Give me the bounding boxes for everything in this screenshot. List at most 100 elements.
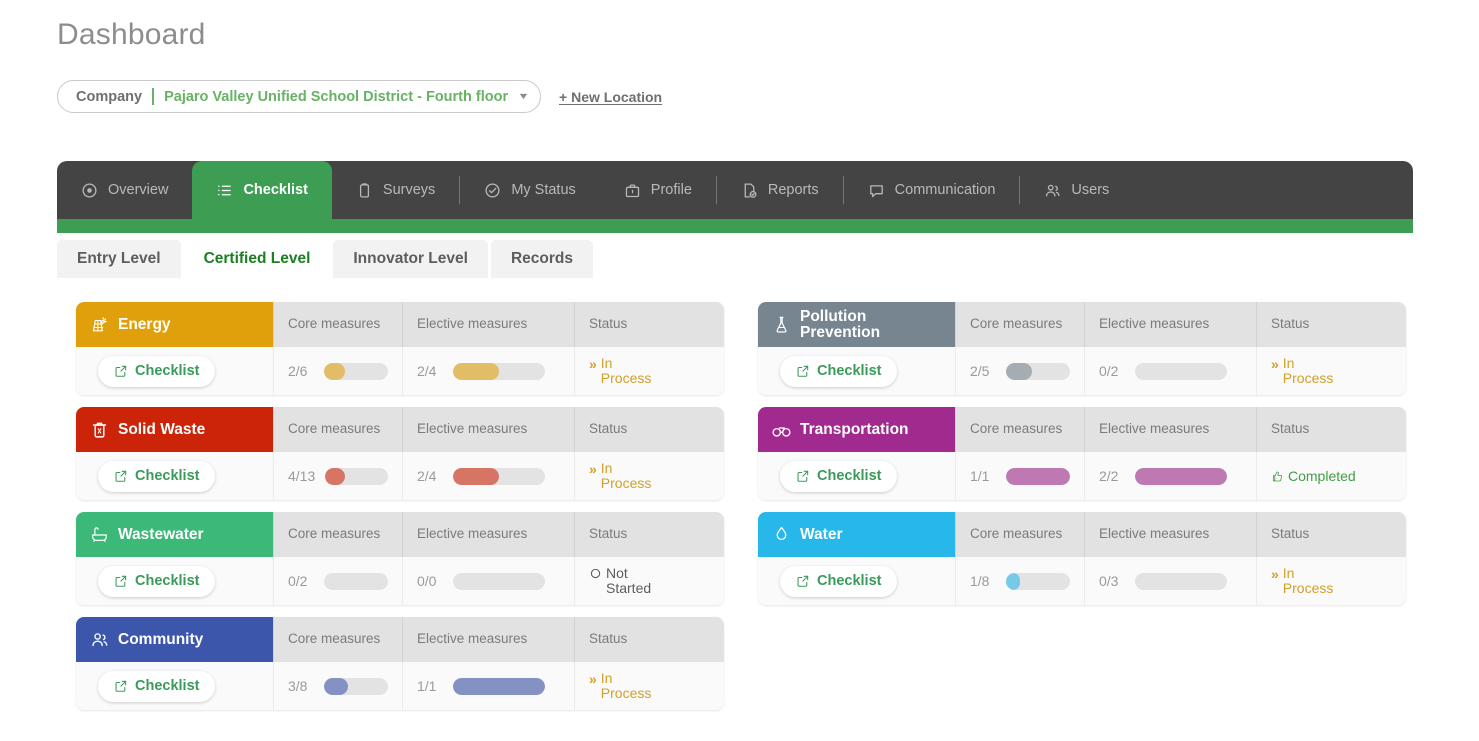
measure-body: 3/8 [273, 662, 402, 710]
progress-bar [453, 572, 545, 590]
company-label: Company [76, 88, 143, 105]
subtab-records[interactable]: Records [490, 240, 593, 278]
tab-reports[interactable]: Reports [717, 161, 843, 219]
status-header: Status [574, 407, 724, 452]
checklist-button[interactable]: Checklist [98, 670, 216, 702]
progress-bar [324, 572, 388, 590]
card-header: Energy [76, 302, 273, 347]
status-header: Status [1256, 512, 1406, 557]
status-label: In Process [600, 355, 652, 386]
status-badge: » In Process [589, 355, 652, 386]
measure-header: Core measures [955, 407, 1084, 452]
tab-label: Users [1071, 182, 1110, 198]
tab-surveys[interactable]: Surveys [332, 161, 459, 219]
measure-body: 4/13 [273, 452, 402, 500]
checklist-button[interactable]: Checklist [780, 460, 898, 492]
status-label: Not Started [606, 565, 652, 596]
measure-cell: Core measures 4/13 [273, 407, 402, 500]
chevron-down-icon[interactable]: ▼ [517, 92, 529, 101]
card-header: Wastewater [76, 512, 273, 557]
checklist-button[interactable]: Checklist [98, 355, 216, 387]
new-location-link[interactable]: + New Location [559, 89, 662, 105]
location-value: Pajaro Valley Unified School District - … [164, 88, 509, 105]
subtab-certified-level[interactable]: Certified Level [183, 240, 331, 278]
people-icon [90, 630, 109, 649]
external-link-icon [796, 574, 810, 588]
tab-users[interactable]: Users [1020, 161, 1133, 219]
tab-label: Reports [767, 182, 819, 198]
double-chevron-icon: » [589, 356, 597, 373]
category-card: Community Checklist Core measures 3/8 Electi… [76, 617, 724, 710]
status-label: In Process [1282, 565, 1334, 596]
progress-bar [324, 362, 388, 380]
report-icon [741, 182, 758, 199]
status-cell: Status » In Process [574, 407, 724, 500]
measure-body: 0/2 [1084, 347, 1256, 395]
progress-bar [453, 467, 545, 485]
measure-body: 0/3 [1084, 557, 1256, 605]
measure-fraction: 2/2 [1099, 468, 1119, 484]
card-action-area: Checklist [758, 557, 955, 605]
status-badge: » In Process [1271, 356, 1333, 386]
card-header: Pollution Prevention [758, 302, 955, 347]
status-header: Status [1256, 407, 1406, 452]
measure-header: Core measures [273, 302, 402, 347]
subtab-innovator-level[interactable]: Innovator Level [333, 240, 488, 278]
checklist-button[interactable]: Checklist [780, 355, 898, 387]
bicycle-icon [772, 420, 791, 439]
location-selector[interactable]: Company Pajaro Valley Unified School Dis… [57, 80, 542, 113]
category-card: Pollution Prevention Checklist Core measur… [758, 302, 1406, 395]
checklist-button[interactable]: Checklist [780, 565, 898, 597]
status-badge: » In Process [1271, 565, 1334, 596]
checklist-button[interactable]: Checklist [98, 565, 216, 597]
thumbs-up-icon [1271, 469, 1284, 483]
status-header: Status [574, 617, 724, 662]
card-title: Water [800, 525, 843, 543]
tab-profile[interactable]: Profile [600, 161, 716, 219]
status-body: » In Process [1256, 347, 1406, 395]
status-cell: Status » In Process [574, 617, 724, 710]
status-header: Status [574, 302, 724, 347]
external-link-icon [114, 679, 128, 693]
measure-fraction: 2/4 [417, 468, 437, 484]
measure-body: 0/0 [402, 557, 574, 605]
status-label: In Process [600, 670, 652, 701]
double-chevron-icon: » [589, 671, 597, 688]
status-badge: Completed [1271, 468, 1356, 484]
tab-checklist[interactable]: Checklist [192, 161, 332, 219]
category-card: Energy Checklist Core measures 2/6 Elective … [76, 302, 724, 395]
status-body: Not Started [574, 557, 724, 605]
measure-header: Core measures [273, 617, 402, 662]
users-icon [1044, 182, 1061, 199]
progress-bar [1135, 467, 1227, 485]
measure-header: Core measures [273, 407, 402, 452]
card-title: Transportation [800, 420, 909, 438]
page-title: Dashboard [57, 18, 206, 51]
card-title-cell: Solid Waste Checklist [76, 407, 273, 500]
tab-my-status[interactable]: My Status [460, 161, 599, 219]
tab-overview[interactable]: Overview [57, 161, 192, 219]
status-cell: Status Completed [1256, 407, 1406, 500]
measure-header: Elective measures [402, 302, 574, 347]
card-header: Water [758, 512, 955, 557]
category-cards-grid: Energy Checklist Core measures 2/6 Elective … [76, 302, 1406, 710]
measure-header: Elective measures [1084, 302, 1256, 347]
progress-bar [1006, 467, 1070, 485]
status-badge: » In Process [589, 461, 651, 491]
progress-bar [453, 677, 545, 695]
tab-communication[interactable]: Communication [844, 161, 1020, 219]
checklist-button[interactable]: Checklist [98, 460, 216, 492]
measure-body: 2/4 [402, 452, 574, 500]
measure-cell: Core measures 2/6 [273, 302, 402, 395]
chat-icon [868, 182, 885, 199]
measure-header: Elective measures [402, 407, 574, 452]
subtab-entry-level[interactable]: Entry Level [57, 240, 181, 278]
external-link-icon [114, 469, 128, 483]
status-badge: Not Started [589, 566, 651, 595]
checklist-button-label: Checklist [135, 363, 200, 379]
measure-header: Elective measures [402, 617, 574, 662]
nav-underline [57, 219, 1413, 233]
measure-body: 1/8 [955, 557, 1084, 605]
measure-cell: Core measures 3/8 [273, 617, 402, 710]
card-action-area: Checklist [76, 347, 273, 395]
